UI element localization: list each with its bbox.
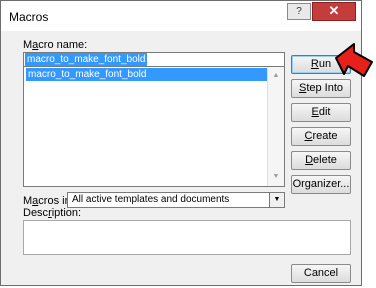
scroll-up-icon[interactable]: ▲ — [268, 69, 284, 83]
list-scrollbar[interactable]: ▲ ▼ — [267, 67, 284, 186]
description-box — [23, 220, 351, 255]
help-icon: ? — [296, 6, 302, 17]
dropdown-icon[interactable]: ▼ — [269, 193, 284, 207]
organizer-button[interactable]: Organizer... — [291, 175, 351, 194]
close-icon: ✕ — [328, 3, 340, 18]
delete-button[interactable]: Delete — [291, 151, 351, 170]
list-item[interactable]: macro_to_make_font_bold — [26, 68, 268, 81]
create-button[interactable]: Create — [291, 127, 351, 146]
macros-dialog: Macros ? ✕ Macro name: macro_to_make_fon… — [0, 0, 362, 286]
macro-name-label: Macro name: — [23, 39, 88, 51]
dialog-title: Macros — [9, 10, 49, 24]
macro-name-value: macro_to_make_font_bold — [25, 53, 148, 66]
edit-button[interactable]: Edit — [291, 103, 351, 122]
macros-in-value: All active templates and documents — [72, 194, 230, 205]
close-button[interactable]: ✕ — [312, 2, 356, 21]
macro-list[interactable]: macro_to_make_font_bold ▲ ▼ — [23, 67, 285, 187]
help-button[interactable]: ? — [287, 3, 311, 20]
pointer-arrow-icon — [335, 43, 373, 77]
cancel-button[interactable]: Cancel — [291, 264, 351, 283]
title-bar: Macros ? ✕ — [1, 1, 361, 31]
scroll-down-icon[interactable]: ▼ — [268, 170, 284, 184]
macro-name-input[interactable]: macro_to_make_font_bold — [23, 52, 285, 67]
macros-in-select[interactable]: All active templates and documents ▼ — [67, 192, 285, 208]
description-label: Description: — [23, 207, 82, 219]
